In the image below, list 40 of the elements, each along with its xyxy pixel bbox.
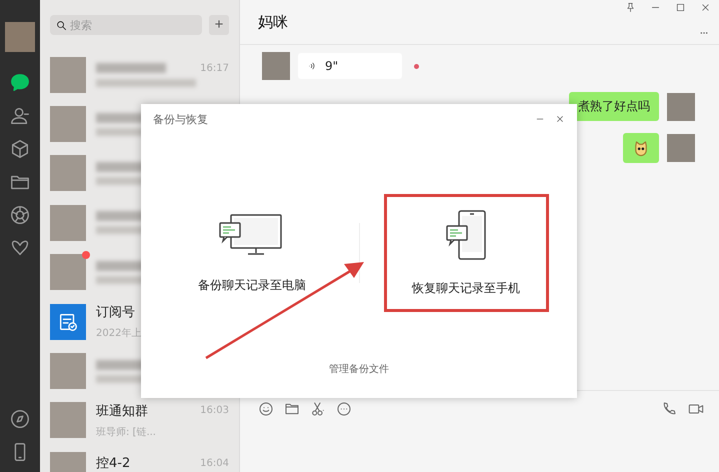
voice-message[interactable]: 9" — [298, 53, 402, 79]
chat-bubble-icon[interactable] — [336, 401, 352, 417]
dialog-title: 备份与恢复 — [153, 112, 208, 126]
add-button[interactable]: + — [209, 15, 229, 35]
phone-call-icon[interactable] — [661, 401, 677, 417]
close-icon — [555, 114, 565, 124]
pin-icon[interactable] — [625, 2, 636, 13]
chat-name: 订阅号 — [96, 304, 135, 322]
search-icon — [56, 20, 67, 31]
manage-backups-link[interactable]: 管理备份文件 — [329, 362, 389, 376]
cat-face-icon — [632, 139, 650, 157]
highlighted-option[interactable]: 恢复聊天记录至手机 — [384, 194, 548, 312]
close-button[interactable] — [555, 114, 565, 124]
aperture-icon[interactable] — [9, 204, 31, 226]
monitor-chat-icon — [219, 212, 285, 256]
avatar-photo — [262, 52, 290, 80]
search-field[interactable]: 搜索 — [50, 15, 202, 35]
cube-icon[interactable] — [9, 138, 31, 160]
chat-time: 16:17 — [200, 62, 229, 74]
backup-option[interactable]: 备份聊天记录至电脑 — [170, 194, 334, 312]
chat-time: 16:04 — [200, 458, 229, 469]
folder-icon[interactable] — [284, 401, 300, 417]
blurred-name — [96, 63, 166, 74]
avatar-photo — [667, 134, 695, 162]
maximize-icon[interactable] — [675, 2, 686, 13]
scissors-icon[interactable] — [310, 401, 326, 417]
chat-icon[interactable] — [9, 72, 31, 94]
chat-name: 班通知群 — [96, 402, 148, 420]
chat-name: 控4-2 — [96, 455, 130, 472]
emoji-icon[interactable] — [258, 401, 274, 417]
compass-icon[interactable] — [9, 408, 31, 430]
message-preview: 班导师: [链... — [96, 426, 157, 439]
close-icon[interactable] — [700, 2, 711, 13]
chat-time: 16:03 — [200, 405, 229, 416]
avatar-photo — [50, 254, 86, 290]
phone-chat-icon — [446, 210, 486, 260]
avatar-photo — [667, 92, 695, 120]
chat-title: 妈咪 — [258, 12, 288, 32]
message-preview: 2022年上 — [96, 326, 142, 340]
message-bubble: 煮熟了好点吗 — [569, 92, 659, 121]
